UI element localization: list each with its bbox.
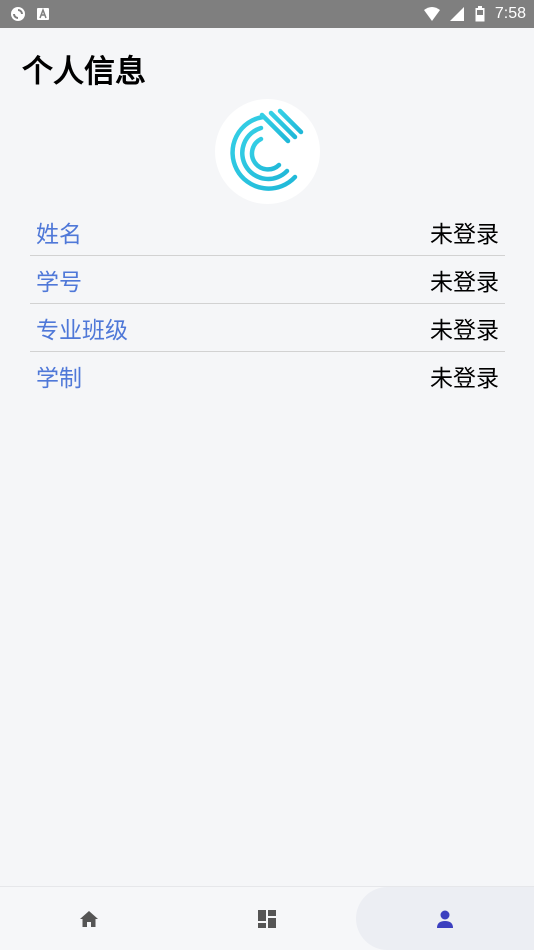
sync-icon	[10, 6, 26, 22]
page-title: 个人信息	[22, 54, 146, 90]
info-row-program-length: 学制 未登录	[30, 352, 505, 400]
wifi-icon	[423, 6, 440, 22]
status-bar: 7:58	[0, 0, 534, 28]
name-value: 未登录	[430, 221, 499, 248]
info-list: 姓名 未登录 学号 未登录 专业班级 未登录 学制 未登录	[30, 208, 505, 400]
person-icon	[436, 909, 454, 929]
status-left	[10, 6, 52, 22]
info-row-major-class: 专业班级 未登录	[30, 304, 505, 352]
student-id-label: 学号	[36, 269, 82, 296]
program-length-value: 未登录	[430, 366, 499, 392]
status-time: 7:58	[494, 5, 526, 22]
info-row-student-id: 学号 未登录	[30, 256, 505, 304]
program-length-label: 学制	[36, 366, 82, 392]
nav-item-profile[interactable]	[356, 887, 534, 950]
info-row-name: 姓名 未登录	[30, 208, 505, 256]
avatar[interactable]	[215, 99, 320, 204]
name-label: 姓名	[36, 221, 82, 248]
nav-item-home[interactable]	[0, 887, 178, 950]
major-class-label: 专业班级	[36, 317, 128, 344]
notification-a-icon	[36, 6, 52, 22]
major-class-value: 未登录	[430, 317, 499, 344]
student-id-value: 未登录	[430, 269, 499, 296]
home-icon	[79, 910, 99, 928]
dashboard-icon	[257, 909, 277, 929]
signal-icon	[449, 6, 465, 22]
bottom-nav	[0, 886, 534, 950]
status-right: 7:58	[423, 5, 526, 23]
nav-item-dashboard[interactable]	[178, 887, 356, 950]
app-logo-icon	[230, 108, 304, 191]
battery-icon	[475, 6, 485, 22]
